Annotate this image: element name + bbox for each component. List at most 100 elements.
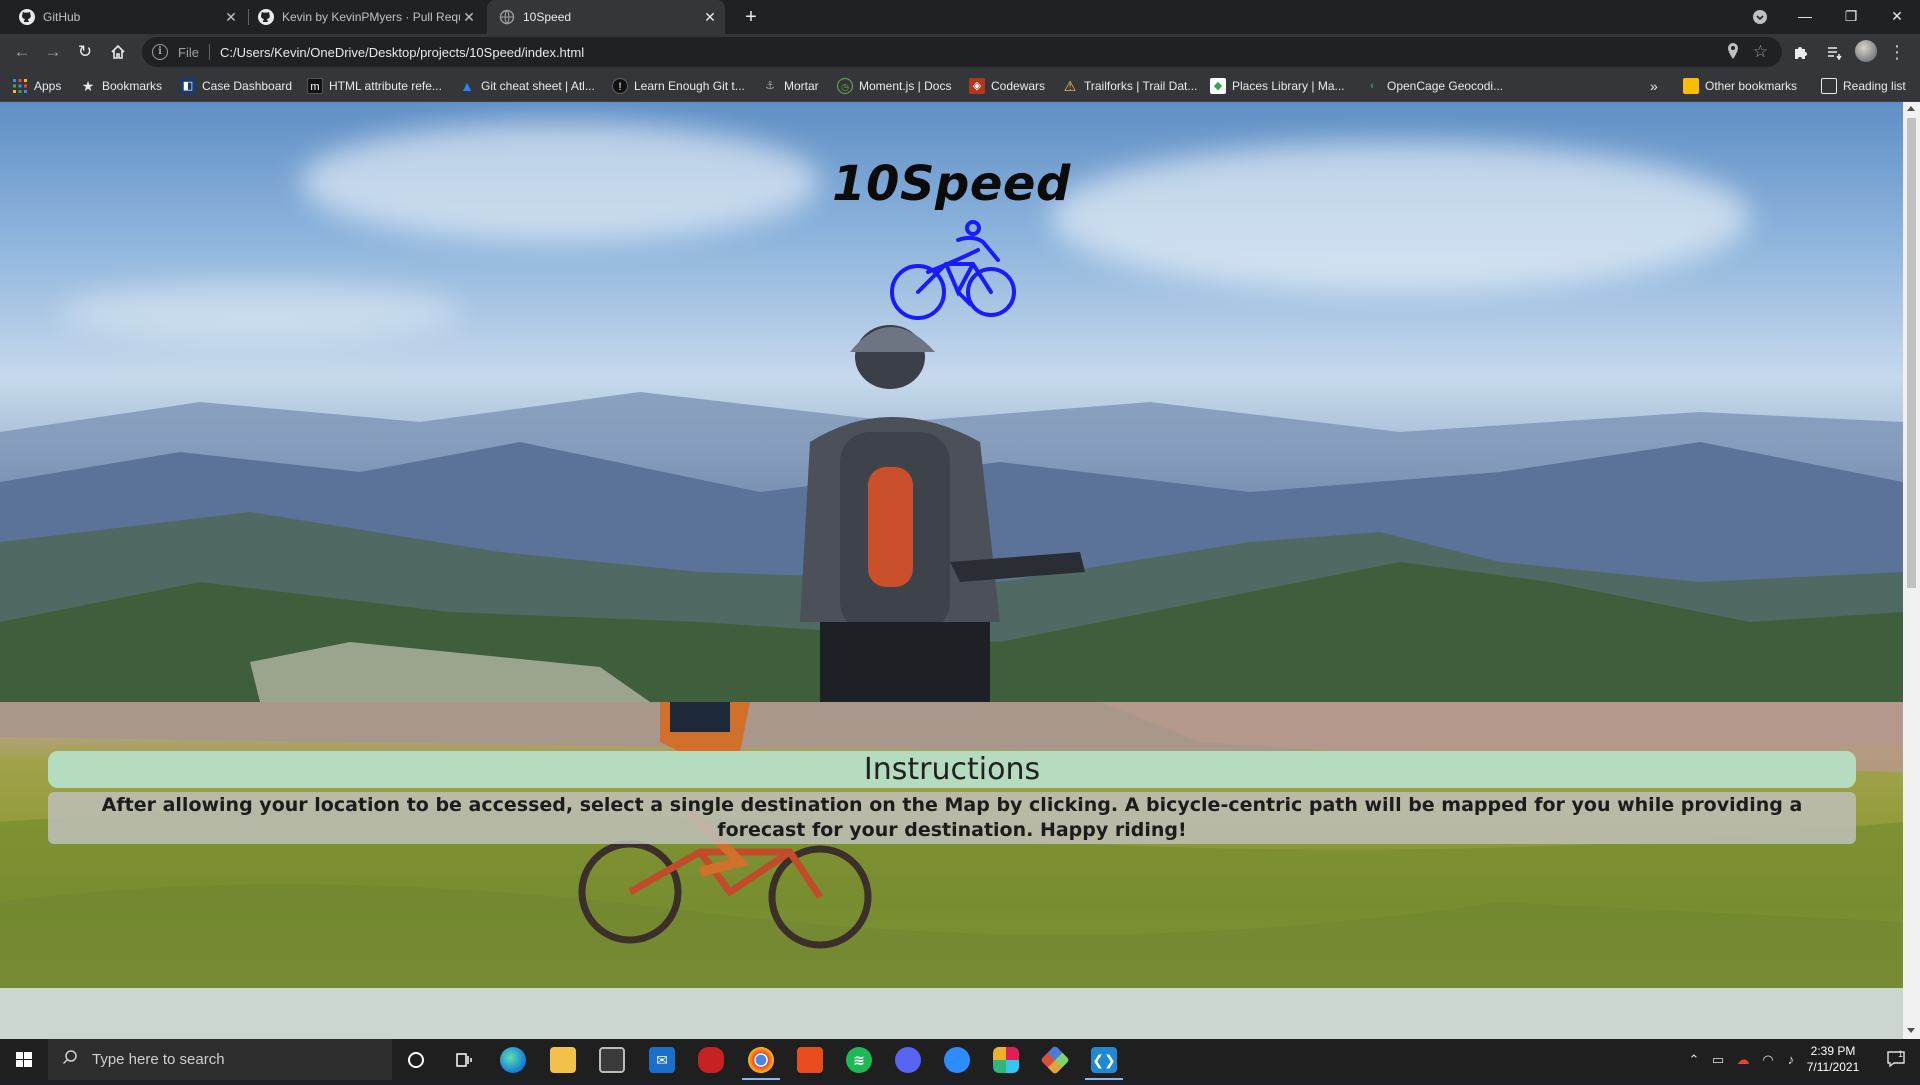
game-app-icon[interactable] <box>698 1047 724 1073</box>
bicycle-logo-icon <box>890 220 1016 320</box>
scrollbar-thumb[interactable] <box>1907 118 1916 588</box>
bookmark-star-icon[interactable]: ☆ <box>1753 42 1768 62</box>
gitkraken-icon[interactable] <box>1040 1045 1070 1075</box>
tab-title: Kevin by KevinPMyers · Pull Requ <box>282 10 460 24</box>
cortana-icon[interactable] <box>403 1047 429 1073</box>
back-button[interactable]: ← <box>10 40 34 64</box>
globe-icon <box>499 9 515 25</box>
case-icon: ◧ <box>180 78 196 94</box>
tab-pull-request[interactable]: Kevin by KevinPMyers · Pull Requ ✕ <box>250 0 484 34</box>
network-icon[interactable]: ◠ <box>1757 1039 1779 1080</box>
scroll-down-arrow-icon[interactable] <box>1907 1028 1915 1033</box>
new-tab-button[interactable]: + <box>738 4 764 30</box>
bookmark-label: Case Dashboard <box>202 79 293 93</box>
github-icon <box>258 9 274 25</box>
bookmark-momentjs[interactable]: ◷ Moment.js | Docs <box>837 77 951 95</box>
chrome-menu-icon[interactable]: ⋮ <box>1885 40 1909 64</box>
bookmark-label: Git cheat sheet | Atl... <box>481 79 595 93</box>
bookmark-label: Mortar <box>784 79 819 93</box>
other-bookmarks-folder[interactable]: Other bookmarks <box>1683 77 1797 95</box>
bookmark-opencage[interactable]: ◐ OpenCage Geocodi... <box>1365 77 1503 95</box>
zoom-icon[interactable] <box>944 1047 970 1073</box>
page-scrollbar[interactable] <box>1903 102 1920 1039</box>
site-title: 10Speed <box>832 156 1071 212</box>
chrome-icon[interactable] <box>742 1047 780 1080</box>
bookmark-label: Bookmarks <box>102 79 163 93</box>
clock-date: 7/11/2021 <box>1806 1060 1860 1074</box>
task-view-icon[interactable] <box>451 1047 477 1073</box>
reading-list-button[interactable]: Reading list <box>1821 77 1906 95</box>
spotify-icon[interactable]: ≋ <box>846 1047 872 1073</box>
show-hidden-icons-button[interactable]: ⌃ <box>1683 1039 1705 1080</box>
bookmark-label: Apps <box>34 79 62 93</box>
bookmark-html-attribute[interactable]: m HTML attribute refe... <box>307 77 442 95</box>
bookmark-bookmarks[interactable]: ★ Bookmarks <box>80 77 162 95</box>
bookmark-places-library[interactable]: ◆ Places Library | Ma... <box>1210 77 1345 95</box>
url-text[interactable]: C:/Users/Kevin/OneDrive/Desktop/projects… <box>220 45 1727 60</box>
bookmark-label: Moment.js | Docs <box>859 79 952 93</box>
bookmark-mortar[interactable]: ⚓ Mortar <box>762 77 819 95</box>
slack-icon[interactable] <box>993 1047 1019 1073</box>
file-explorer-icon[interactable] <box>550 1047 576 1073</box>
mdn-icon: m <box>307 78 323 94</box>
page-viewport: 10Speed Instructions After allowing your… <box>0 102 1920 1039</box>
bookmark-git-cheat-sheet[interactable]: ▲ Git cheat sheet | Atl... <box>459 77 595 95</box>
tab-search-icon[interactable] <box>1737 0 1783 34</box>
reading-list-icon <box>1821 78 1837 94</box>
mail-icon[interactable]: ✉ <box>649 1047 675 1073</box>
discord-icon[interactable] <box>895 1047 921 1073</box>
device-tray-icon[interactable]: ▭ <box>1707 1039 1729 1080</box>
folder-icon <box>1683 78 1699 94</box>
bookmark-apps[interactable]: Apps <box>12 77 61 95</box>
instructions-text: After allowing your location to be acces… <box>48 792 1856 844</box>
home-button[interactable] <box>106 40 130 64</box>
bookmark-label: OpenCage Geocodi... <box>1387 79 1504 93</box>
bookmark-label: Trailforks | Trail Dat... <box>1084 79 1198 93</box>
restore-button[interactable]: ❐ <box>1828 0 1874 34</box>
tab-github[interactable]: GitHub ✕ <box>0 0 246 34</box>
bookmark-codewars[interactable]: ◈ Codewars <box>969 77 1045 95</box>
tab-10speed[interactable]: 10Speed ✕ <box>487 0 725 34</box>
close-tab-icon[interactable]: ✕ <box>460 9 478 26</box>
location-pin-icon[interactable] <box>1727 42 1739 62</box>
extensions-puzzle-icon[interactable] <box>1789 40 1813 64</box>
onedrive-status-icon[interactable]: ☁ <box>1731 1039 1755 1080</box>
trailforks-icon: ⚠ <box>1063 78 1077 94</box>
notification-center-icon[interactable]: 1 <box>1876 1039 1916 1080</box>
address-bar[interactable]: i File C:/Users/Kevin/OneDrive/Desktop/p… <box>142 37 1782 67</box>
system-clock[interactable]: 2:39 PM 7/11/2021 <box>1800 1043 1866 1075</box>
bookmark-label: Places Library | Ma... <box>1232 79 1345 93</box>
hero-section: 10Speed <box>0 102 1903 702</box>
reading-list-queue-icon[interactable] <box>1822 40 1846 64</box>
profile-avatar[interactable] <box>1855 40 1877 62</box>
bookmark-trailforks[interactable]: ⚠ Trailforks | Trail Dat... <box>1062 77 1198 95</box>
scroll-up-arrow-icon[interactable] <box>1907 106 1915 111</box>
bookmark-learn-enough[interactable]: ! Learn Enough Git t... <box>612 77 745 95</box>
start-button[interactable] <box>0 1039 48 1080</box>
notification-count-badge: 1 <box>1898 1049 1904 1059</box>
reload-button[interactable]: ↻ <box>73 40 97 64</box>
learn-enough-icon: ! <box>612 78 628 94</box>
maps-icon: ◆ <box>1210 78 1226 94</box>
volume-icon[interactable]: ♪ <box>1780 1039 1802 1080</box>
search-icon <box>62 1049 78 1070</box>
minimize-button[interactable]: — <box>1782 0 1828 34</box>
edge-icon[interactable] <box>500 1047 526 1073</box>
taskbar-search[interactable]: Type here to search <box>48 1039 392 1080</box>
office-icon[interactable] <box>797 1047 823 1073</box>
close-tab-icon[interactable]: ✕ <box>701 9 719 26</box>
bookmark-case-dashboard[interactable]: ◧ Case Dashboard <box>180 77 292 95</box>
codewars-icon: ◈ <box>969 78 985 94</box>
search-placeholder: Type here to search <box>92 1051 225 1068</box>
site-info-icon[interactable]: i <box>152 44 168 60</box>
github-icon <box>19 9 35 25</box>
bookmarks-overflow-button[interactable]: » <box>1650 77 1658 95</box>
close-tab-icon[interactable]: ✕ <box>222 9 240 26</box>
vscode-icon[interactable]: ❮❯ <box>1085 1047 1123 1080</box>
clock-time: 2:39 PM <box>1810 1044 1856 1058</box>
windows-taskbar: Type here to search ✉ ≋ ❮❯ ⌃ ▭ ☁ ◠ ♪ 2:3… <box>0 1039 1920 1080</box>
close-window-button[interactable]: ✕ <box>1874 0 1920 34</box>
forward-button[interactable]: → <box>41 40 65 64</box>
store-icon[interactable] <box>599 1047 625 1073</box>
scheme-divider <box>208 44 210 60</box>
